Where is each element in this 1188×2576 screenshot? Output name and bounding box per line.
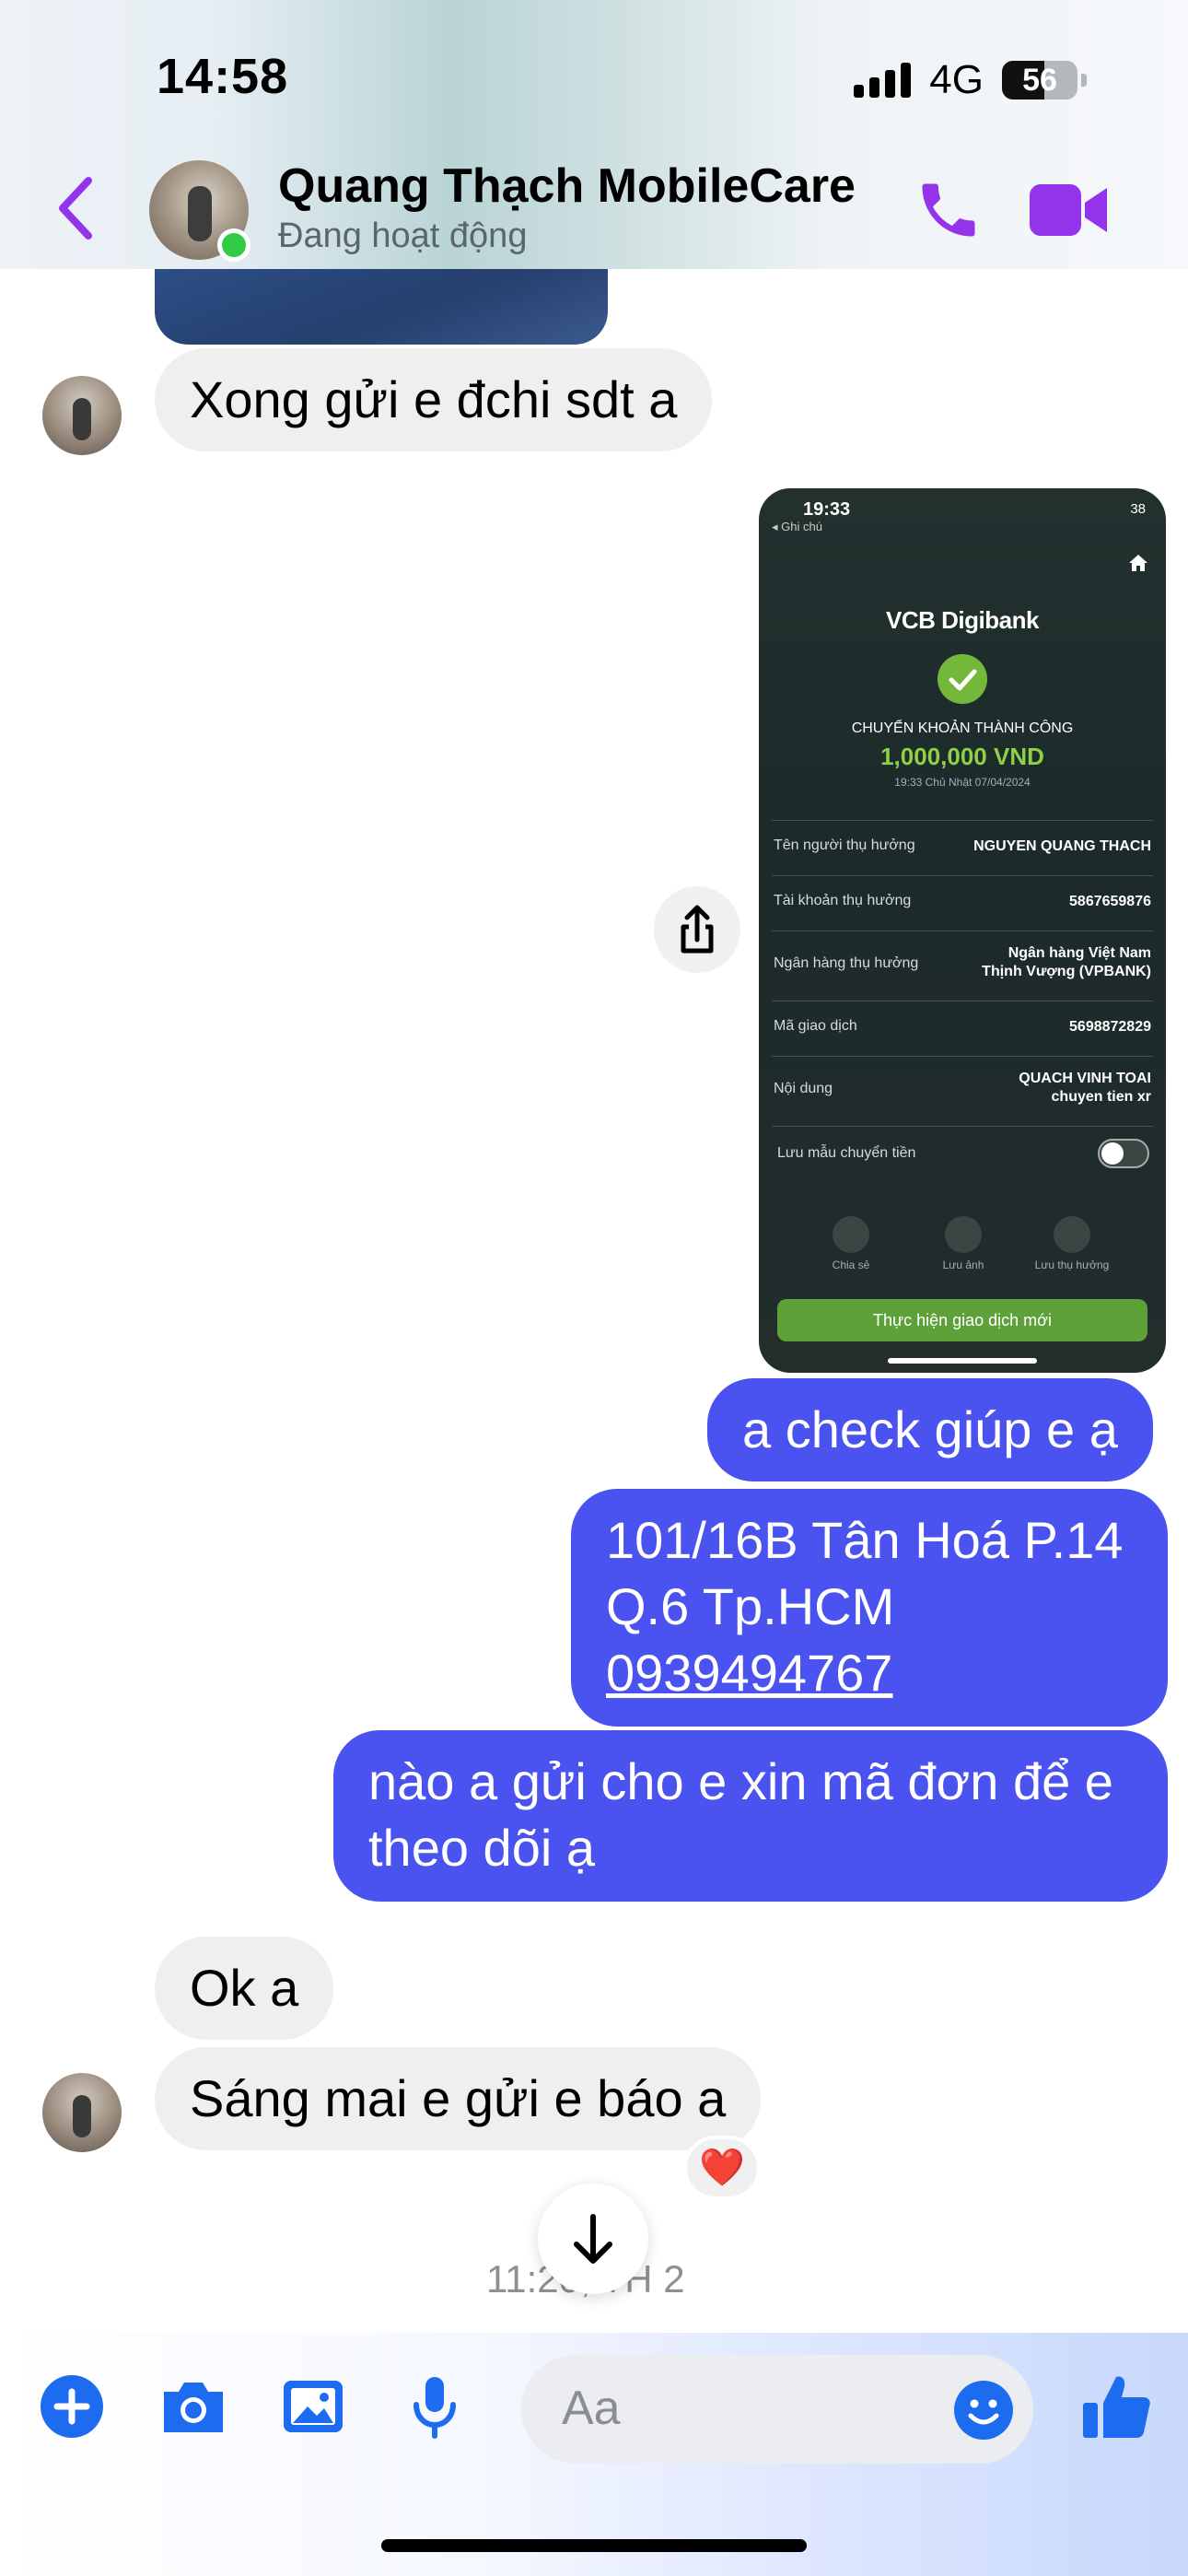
receipt-save-image-action: Lưu ảnh: [917, 1216, 1009, 1271]
person-icon: [1054, 1216, 1090, 1253]
receipt-row: Lưu mẫu chuyển tiền: [772, 1126, 1153, 1172]
reaction-emoji: ❤️: [699, 2148, 745, 2188]
receipt-row: Nội dung QUACH VINH TOAI chuyen tien xr: [772, 1056, 1153, 1126]
scroll-to-bottom-button[interactable]: [538, 2184, 648, 2294]
camera-icon: [945, 1216, 982, 1253]
incoming-message[interactable]: Xong gửi e đchi sdt a: [155, 348, 713, 451]
home-indicator: [381, 2539, 807, 2552]
messenger-chat-screen: 14:58 4G 56 Quang Thạch MobileCare Đang …: [0, 0, 1188, 2576]
transfer-success-text: CHUYỂN KHOẢN THÀNH CÔNG: [851, 720, 1074, 736]
home-icon: [1129, 555, 1147, 571]
transfer-receipt-image[interactable]: 19:33 ◂ Ghi chú 38 VCB Digibank CHUYỂN K…: [759, 488, 1166, 1373]
bank-logo: VCB Digibank: [886, 606, 1039, 634]
phone-link[interactable]: 0939494767: [606, 1640, 1133, 1706]
image-icon: [284, 2381, 343, 2432]
receipt-battery: 38: [1130, 501, 1146, 517]
receipt-status-time: 19:33: [803, 499, 851, 520]
network-type: 4G: [929, 57, 984, 102]
incoming-message[interactable]: Sáng mai e gửi e báo a: [155, 2047, 762, 2150]
share-button[interactable]: [654, 886, 740, 973]
contact-status: Đang hoạt động: [278, 217, 528, 255]
status-indicators: 4G 56: [854, 57, 1087, 103]
share-icon: [833, 1216, 869, 1253]
smiley-icon: [954, 2381, 1013, 2440]
receipt-row: Ngân hàng thụ hưởng Ngân hàng Việt Nam T…: [772, 931, 1153, 1001]
audio-call-button[interactable]: [914, 175, 984, 245]
receipt-row: Mã giao dịch 5698872829: [772, 1001, 1153, 1056]
heart-reaction[interactable]: ❤️: [683, 2136, 761, 2200]
arrow-down-icon: [574, 2214, 612, 2264]
phone-icon: [922, 183, 975, 237]
back-button[interactable]: [53, 171, 99, 245]
plus-button[interactable]: [39, 2373, 105, 2440]
incoming-message[interactable]: Ok a: [155, 1937, 334, 2040]
camera-icon: [164, 2383, 223, 2432]
receipt-back-label: ◂ Ghi chú: [772, 520, 822, 533]
status-time: 14:58: [157, 49, 289, 104]
chevron-left-icon: [59, 177, 92, 240]
success-check-icon: [938, 654, 987, 704]
save-template-toggle: [1098, 1139, 1149, 1168]
receipt-row: Tên người thụ hưởng NGUYEN QUANG THACH: [772, 820, 1153, 875]
battery-level: 56: [1022, 63, 1057, 98]
outgoing-message[interactable]: a check giúp e ạ: [707, 1378, 1153, 1481]
gallery-button[interactable]: [280, 2373, 346, 2440]
battery-icon: 56: [1002, 61, 1077, 100]
address-line: 101/16B Tân Hoá P.14: [606, 1511, 1124, 1569]
transfer-amount: 1,000,000 VND: [880, 743, 1044, 770]
share-icon: [681, 905, 714, 954]
voice-message-button[interactable]: [402, 2373, 468, 2440]
header-bar: 14:58 4G 56 Quang Thạch MobileCare Đang …: [0, 0, 1188, 269]
transfer-date: 19:33 Chủ Nhật 07/04/2024: [894, 776, 1031, 789]
emoji-button[interactable]: [952, 2379, 1015, 2441]
sender-avatar[interactable]: [42, 2073, 122, 2152]
new-transaction-button: Thực hiện giao dịch mới: [777, 1299, 1147, 1341]
microphone-icon: [413, 2377, 456, 2439]
thumbs-up-icon: [1083, 2376, 1150, 2438]
battery-tip: [1081, 74, 1087, 87]
receipt-row: Tài khoản thụ hưởng 5867659876: [772, 875, 1153, 931]
contact-name[interactable]: Quang Thạch MobileCare: [278, 158, 856, 214]
receipt-save-beneficiary-action: Lưu thụ hưởng: [1026, 1216, 1118, 1271]
camera-button[interactable]: [158, 2373, 225, 2440]
sender-avatar[interactable]: [42, 376, 122, 455]
message-input-placeholder: Aa: [562, 2382, 621, 2435]
receipt-share-action: Chia sẻ: [805, 1216, 897, 1271]
plus-circle-icon: [41, 2375, 103, 2438]
online-indicator: [217, 228, 250, 262]
video-camera-icon: [1030, 184, 1107, 236]
previous-image-attachment[interactable]: [155, 269, 608, 345]
cellular-signal-icon: [854, 63, 912, 98]
video-call-button[interactable]: [1030, 181, 1107, 240]
receipt-home-indicator: [888, 1358, 1037, 1364]
outgoing-message-address[interactable]: 101/16B Tân Hoá P.14 Q.6 Tp.HCM 09394947…: [571, 1489, 1168, 1727]
address-line: Q.6 Tp.HCM: [606, 1577, 895, 1635]
contact-avatar[interactable]: [149, 160, 250, 262]
like-button[interactable]: [1079, 2370, 1153, 2443]
outgoing-message[interactable]: nào a gửi cho e xin mã đơn để e theo dõi…: [333, 1730, 1168, 1902]
